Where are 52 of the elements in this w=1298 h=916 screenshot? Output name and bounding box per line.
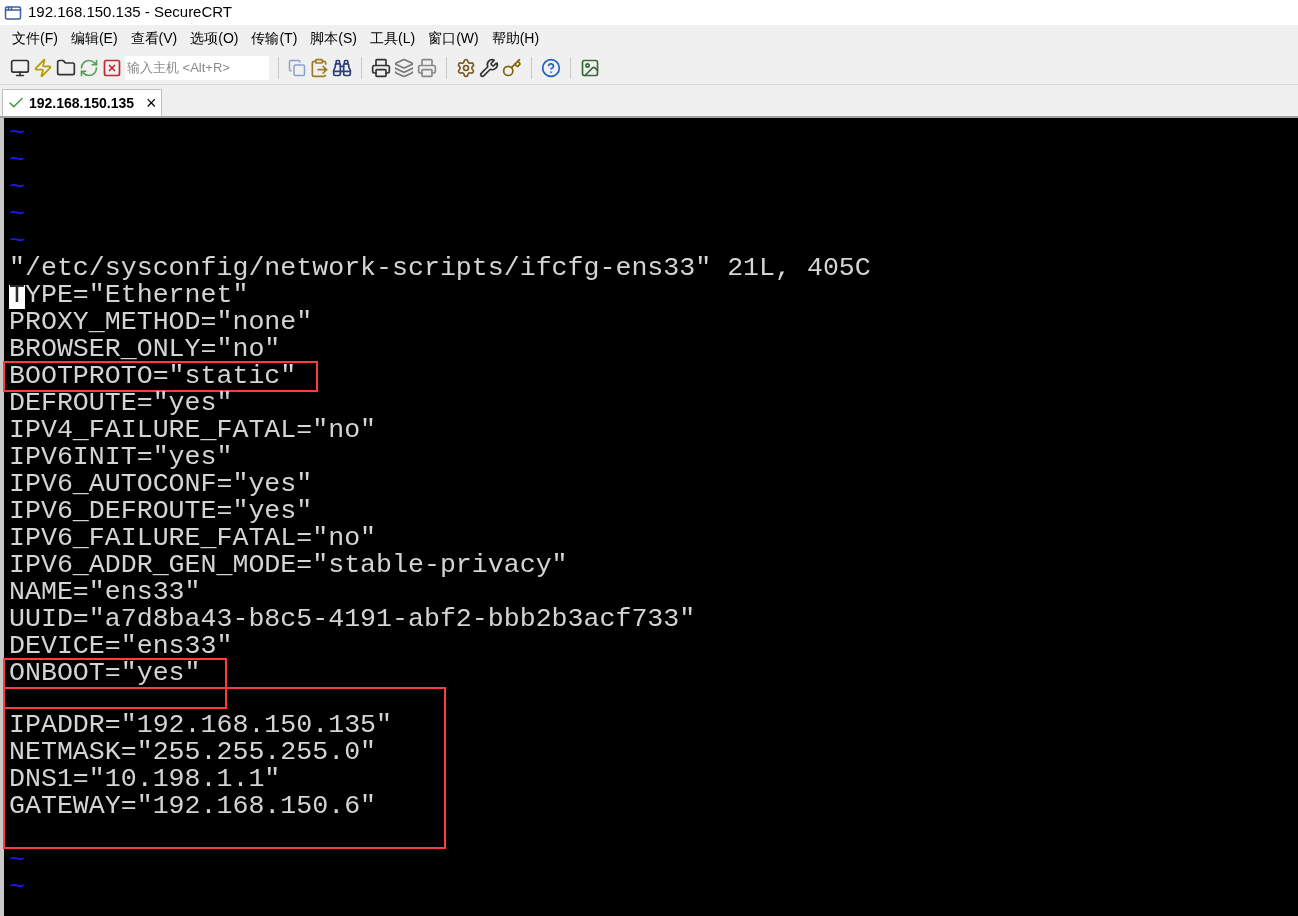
terminal-line: NETMASK="255.255.255.0" [9,737,377,767]
terminal-line: PROXY_METHOD="none" [9,307,313,337]
terminal-line: IPV4_FAILURE_FATAL="no" [9,415,377,445]
app-icon [4,3,22,22]
menu-item[interactable]: 选项(O) [190,27,239,49]
window-title: 192.168.150.135 - SecureCRT [28,2,233,23]
terminal-line: IPV6_FAILURE_FATAL="no" [9,523,377,553]
terminal-line: BROWSER_ONLY="no" [9,334,281,364]
tilde-marker: ~ [9,872,25,902]
menu-item[interactable]: 文件(F) [12,27,58,49]
tilde-marker: ~ [9,226,25,256]
terminal-line: "/etc/sysconfig/network-scripts/ifcfg-ens33" 21L, 405C [9,253,871,283]
menu-item[interactable]: 脚本(S) [310,27,357,49]
terminal-line: DNS1="10.198.1.1" [9,764,281,794]
menu-item[interactable]: 窗口(W) [428,27,479,49]
host-input-field[interactable]: 输入主机 <Alt+R> [125,55,269,80]
terminal-line: IPADDR="192.168.150.135" [9,710,392,740]
tilde-marker: ~ [9,845,25,875]
connect-icon[interactable] [10,57,30,78]
menu-item[interactable]: 查看(V) [130,27,178,49]
menu-item[interactable]: 工具(L) [370,27,416,49]
settings-icon[interactable] [456,57,476,78]
layers-icon[interactable] [394,57,414,78]
terminal-line: NAME="ens33" [9,577,201,607]
terminal-line: DEFROUTE="yes" [9,388,233,418]
print-icon[interactable] [371,57,391,78]
terminal-line: IPV6_DEFROUTE="yes" [9,496,313,526]
terminal-line: IPV6_ADDR_GEN_MODE="stable-privacy" [9,550,568,580]
tilde-marker: ~ [9,172,25,202]
terminal-line: BOOTPROTO="static" [9,361,297,391]
terminal-line: DEVICE="ens33" [9,631,233,661]
key-icon[interactable] [502,57,522,78]
terminal-line: ONBOOT="yes" [9,658,201,688]
menu-item[interactable]: 传输(T) [251,27,298,49]
find-icon[interactable] [332,57,352,78]
folder-icon[interactable] [56,57,76,78]
picture-icon[interactable] [580,57,600,78]
close-button[interactable]: × [146,94,157,112]
tilde-marker: ~ [9,118,25,148]
menu-item[interactable]: 帮助(H) [491,27,540,49]
terminal-line: IPV6INIT="yes" [9,442,233,472]
terminal-line: IPV6_AUTOCONF="yes" [9,469,313,499]
menu-item[interactable]: 编辑(E) [70,27,118,49]
disconnect-icon[interactable] [102,57,122,78]
tilde-marker: ~ [9,199,25,229]
terminal-line: GATEWAY="192.168.150.6" [9,791,377,821]
tilde-marker: ~ [9,145,25,175]
wrench-icon[interactable] [479,57,499,78]
tab-label: 192.168.150.135 [29,93,135,113]
session-tab[interactable]: 192.168.150.135 × [2,89,162,116]
terminal-line: UUID="a7d8ba43-b8c5-4191-abf2-bbb2b3acf733" [9,604,696,634]
help-icon[interactable] [541,57,561,78]
